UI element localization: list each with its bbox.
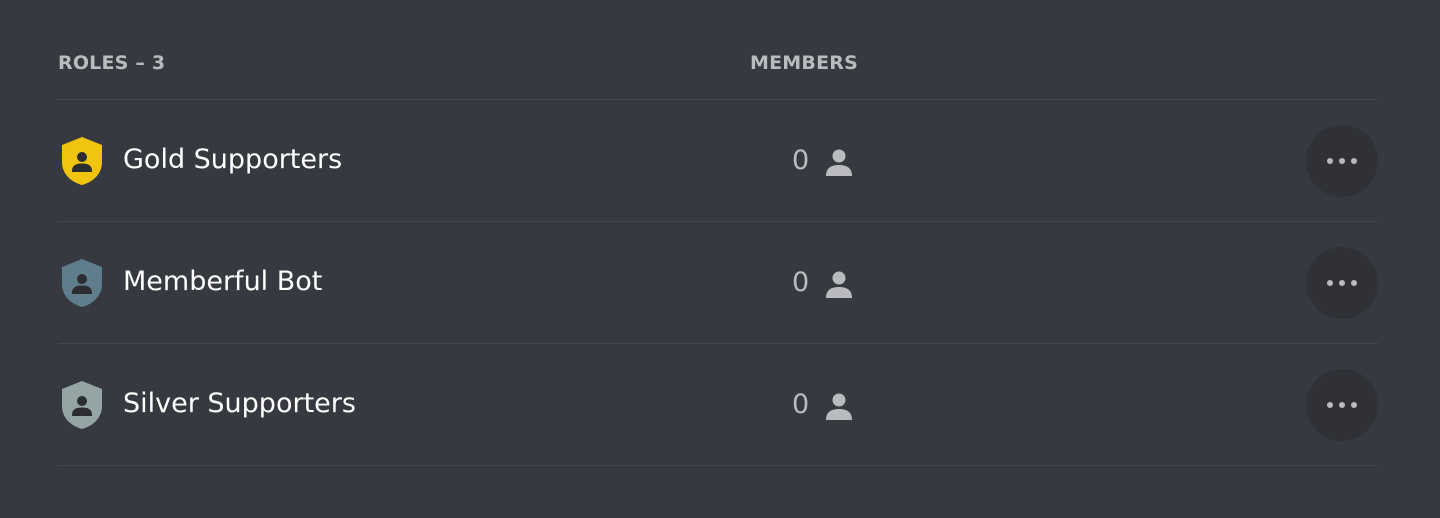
- roles-settings-page: ROLES – 3 MEMBERS Gold Supporters 0 Memb…: [0, 0, 1440, 518]
- role-name: Silver Supporters: [123, 388, 356, 419]
- shield-person-icon: [62, 259, 102, 307]
- roles-column-header: ROLES – 3: [58, 52, 166, 74]
- person-icon: [826, 149, 852, 176]
- role-name: Gold Supporters: [123, 144, 343, 175]
- roles-list-header: ROLES – 3 MEMBERS: [58, 0, 1378, 100]
- more-dots-icon: [1327, 280, 1357, 286]
- member-count: 0: [792, 267, 810, 298]
- member-count: 0: [792, 389, 810, 420]
- shield-person-icon: [62, 381, 102, 429]
- more-dots-icon: [1327, 158, 1357, 164]
- member-count: 0: [792, 145, 810, 176]
- role-row-silver-supporters[interactable]: Silver Supporters 0: [58, 344, 1378, 466]
- roles-list: ROLES – 3 MEMBERS Gold Supporters 0 Memb…: [58, 0, 1378, 466]
- role-more-button[interactable]: [1306, 369, 1378, 441]
- shield-person-icon: [62, 137, 102, 185]
- person-icon: [826, 393, 852, 420]
- role-row-gold-supporters[interactable]: Gold Supporters 0: [58, 100, 1378, 222]
- more-dots-icon: [1327, 402, 1357, 408]
- role-name: Memberful Bot: [123, 266, 323, 297]
- role-more-button[interactable]: [1306, 125, 1378, 197]
- role-row-memberful-bot[interactable]: Memberful Bot 0: [58, 222, 1378, 344]
- role-more-button[interactable]: [1306, 247, 1378, 319]
- members-column-header: MEMBERS: [750, 52, 858, 74]
- person-icon: [826, 271, 852, 298]
